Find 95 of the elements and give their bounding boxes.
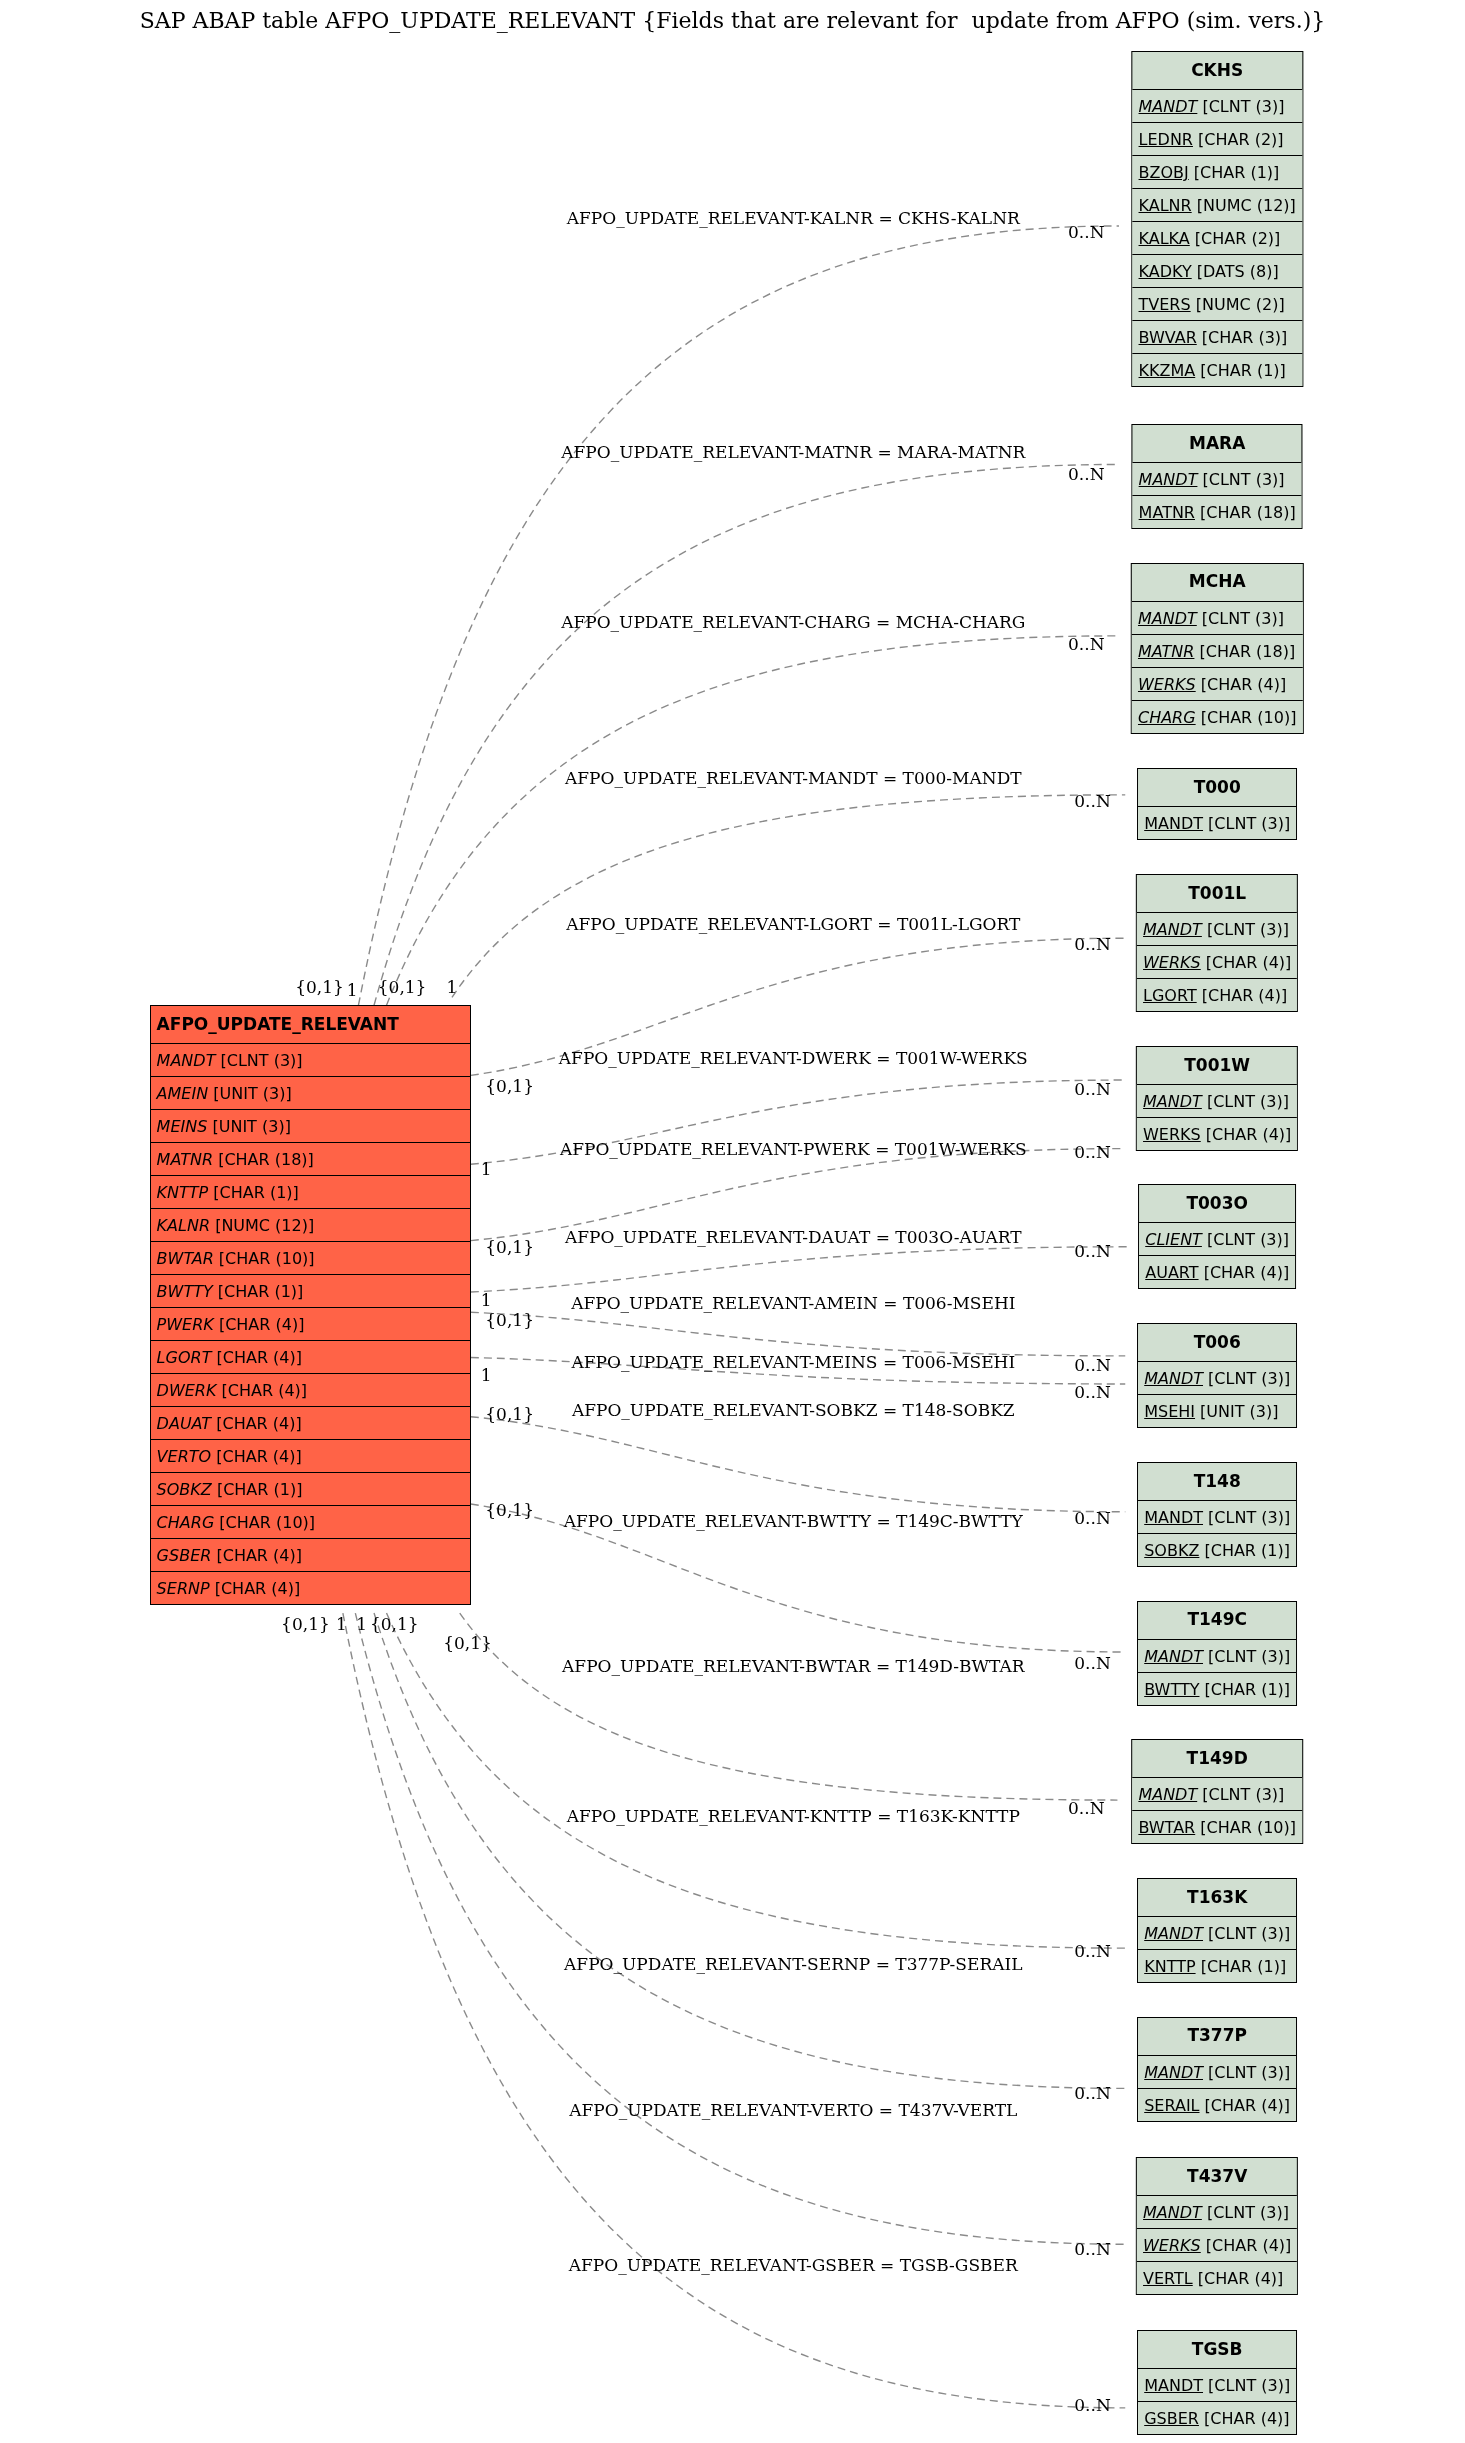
- relation-label: AFPO_UPDATE_RELEVANT-KNTTP = T163K-KNTTP: [566, 1807, 1020, 1825]
- relation-label: AFPO_UPDATE_RELEVANT-VERTO = T437V-VERTL: [569, 2101, 1018, 2119]
- relation-label: AFPO_UPDATE_RELEVANT-DWERK = T001W-WERKS: [558, 1049, 1028, 1067]
- table-header: T149C: [1186, 1608, 1248, 1632]
- cardinality-label: 0..N: [1074, 1356, 1111, 1374]
- relation-label: AFPO_UPDATE_RELEVANT-SERNP = T377P-SERAIL: [564, 1955, 1023, 1973]
- cardinality-label: {0,1}: [369, 1615, 419, 1633]
- cardinality-label: 0..N: [1068, 1799, 1105, 1817]
- relation-label: AFPO_UPDATE_RELEVANT-LGORT = T001L-LGORT: [566, 915, 1021, 933]
- table-field: AUART [CHAR (4)]: [1139, 1255, 1296, 1289]
- cardinality-label: {0,1}: [485, 1077, 534, 1095]
- relation-label: AFPO_UPDATE_RELEVANT-AMEIN = T006-MSEHI: [571, 1294, 1016, 1312]
- cardinality-label: 0..N: [1074, 935, 1111, 953]
- cardinality-label: 0..N: [1074, 1654, 1111, 1672]
- table-header: TGSB: [1190, 2337, 1244, 2361]
- table-field: WERKS [CHAR (4)]: [1137, 2227, 1298, 2261]
- table-field: VERTL [CHAR (4)]: [1137, 2260, 1298, 2294]
- table-field: MANDT [CLNT (3)]: [1132, 1777, 1302, 1811]
- cardinality-label: 0..N: [1074, 1143, 1111, 1161]
- cardinality-label: 0..N: [1074, 2396, 1111, 2414]
- relation-label: AFPO_UPDATE_RELEVANT-PWERK = T001W-WERKS: [559, 1140, 1027, 1158]
- relation-label: AFPO_UPDATE_RELEVANT-BWTTY = T149C-BWTTY: [563, 1512, 1023, 1530]
- table-header: T149D: [1185, 1747, 1249, 1771]
- table-field: MANDT [CLNT (3)]: [1138, 806, 1297, 840]
- table-field: MANDT [CLNT (3)]: [1138, 1499, 1297, 1533]
- cardinality-label: {0,1}: [485, 1238, 534, 1256]
- table-field: BWTAR [CHAR (10)]: [1132, 1810, 1302, 1844]
- table-field: WERKS [CHAR (4)]: [1137, 1116, 1298, 1150]
- relation-label: AFPO_UPDATE_RELEVANT-GSBER = TGSB-GSBER: [568, 2256, 1018, 2273]
- cardinality-label: 0..N: [1068, 635, 1105, 653]
- relation-label: AFPO_UPDATE_RELEVANT-MANDT = T000-MANDT: [564, 769, 1022, 787]
- cardinality-label: {0,1}: [485, 1501, 534, 1519]
- cardinality-label: 0..N: [1068, 465, 1105, 483]
- cardinality-label: 0..N: [1074, 1242, 1111, 1260]
- table-header: T001W: [1183, 1053, 1252, 1077]
- cardinality-label: {0,1}: [377, 978, 427, 996]
- cardinality-label: {0,1}: [485, 1405, 534, 1423]
- table-header: T163K: [1186, 1885, 1249, 1909]
- table-header: T000: [1192, 776, 1242, 800]
- table-field: KNTTP [CHAR (1)]: [1138, 1949, 1297, 1982]
- table-field: MANDT [CLNT (3)]: [1138, 1916, 1297, 1949]
- table-field: MANDT [CLNT (3)]: [1137, 1083, 1298, 1117]
- relation-label: AFPO_UPDATE_RELEVANT-SOBKZ = T148-SOBKZ: [571, 1401, 1015, 1419]
- relation-label: AFPO_UPDATE_RELEVANT-BWTAR = T149D-BWTAR: [562, 1657, 1025, 1675]
- table-field: MANDT [CLNT (3)]: [1138, 1638, 1297, 1672]
- table-field: LGORT [CHAR (4)]: [1137, 978, 1298, 1012]
- table-header: T437V: [1186, 2164, 1249, 2188]
- table-field: CLIENT [CLNT (3)]: [1139, 1222, 1296, 1256]
- diagram-title: SAP ABAP table AFPO_UPDATE_RELEVANT {Fields that are relevant for update from AFPO (sim. vers.)}: [139, 6, 1326, 35]
- relation-label: AFPO_UPDATE_RELEVANT-DAUAT = T003O-AUART: [564, 1228, 1022, 1246]
- table-header: AFPO_UPDATE_RELEVANT: [155, 1013, 400, 1036]
- cardinality-label: 1: [480, 1366, 492, 1384]
- table-field: MANDT [CLNT (3)]: [1138, 2367, 1297, 2401]
- cardinality-label: 1: [356, 1615, 367, 1633]
- cardinality-label: 0..N: [1074, 1383, 1111, 1401]
- cardinality-label: 1: [335, 1615, 347, 1633]
- table-field: MANDT [CLNT (3)]: [1137, 2194, 1298, 2228]
- cardinality-label: 0..N: [1074, 1942, 1111, 1960]
- table-header: T006: [1192, 1330, 1242, 1354]
- cardinality-label: 0..N: [1068, 223, 1105, 241]
- cardinality-label: {0,1}: [485, 1311, 534, 1329]
- cardinality-label: {0,1}: [295, 978, 344, 996]
- cardinality-label: 0..N: [1074, 1080, 1111, 1098]
- relation-label: AFPO_UPDATE_RELEVANT-MEINS = T006-MSEHI: [571, 1353, 1016, 1371]
- table-header: T377P: [1186, 2024, 1248, 2048]
- cardinality-label: 0..N: [1074, 792, 1111, 810]
- table-field: MANDT [CLNT (3)]: [1138, 2054, 1297, 2088]
- cardinality-label: 1: [480, 1160, 492, 1178]
- table-field: WERKS [CHAR (4)]: [1137, 945, 1298, 979]
- relation-label: AFPO_UPDATE_RELEVANT-KALNR = CKHS-KALNR: [566, 209, 1020, 227]
- table-field: MSEHI [UNIT (3)]: [1138, 1394, 1297, 1428]
- cardinality-label: 0..N: [1074, 1509, 1111, 1527]
- cardinality-label: 1: [480, 1291, 492, 1309]
- table-field: SERAIL [CHAR (4)]: [1138, 2087, 1297, 2121]
- table-header: CKHS: [1190, 59, 1245, 83]
- cardinality-label: 0..N: [1074, 2240, 1111, 2258]
- cardinality-label: {0,1}: [281, 1615, 330, 1633]
- table-field: SOBKZ [CHAR (1)]: [1138, 1532, 1297, 1566]
- cardinality-label: {0,1}: [443, 1634, 492, 1652]
- table-header: T003O: [1185, 1192, 1249, 1216]
- table-header: T001L: [1187, 882, 1248, 906]
- cardinality-label: 1: [446, 978, 458, 996]
- table-field: BWTTY [CHAR (1)]: [1138, 1671, 1297, 1705]
- table-header: MCHA: [1187, 570, 1247, 594]
- table-field: GSBER [CHAR (4)]: [1138, 2400, 1297, 2434]
- table-header: T148: [1192, 1469, 1242, 1493]
- cardinality-label: 1: [346, 981, 358, 999]
- relation-label: AFPO_UPDATE_RELEVANT-MATNR = MARA-MATNR: [561, 443, 1026, 461]
- table-field: MATNR [CHAR (18)]: [1132, 494, 1302, 528]
- cardinality-label: 0..N: [1074, 2084, 1111, 2102]
- table-field: MANDT [CLNT (3)]: [1137, 912, 1298, 946]
- table-field: MANDT [CLNT (3)]: [1132, 461, 1302, 495]
- table-header: MARA: [1188, 431, 1247, 455]
- table-field: MANDT [CLNT (3)]: [1138, 1361, 1297, 1395]
- relation-label: AFPO_UPDATE_RELEVANT-CHARG = MCHA-CHARG: [561, 613, 1026, 631]
